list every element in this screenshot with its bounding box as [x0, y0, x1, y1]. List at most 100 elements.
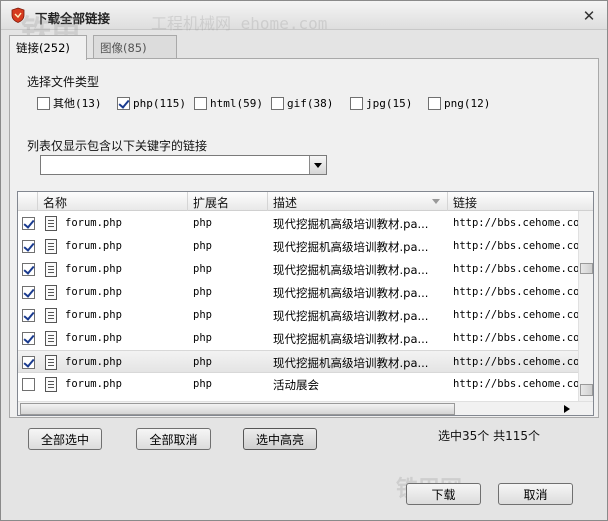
- row-link: http://bbs.cehome.com: [453, 286, 578, 298]
- file-icon: [45, 355, 57, 370]
- keyword-filter-label: 列表仅显示包含以下关键字的链接: [27, 139, 208, 153]
- filetype-label: php(115): [133, 96, 186, 110]
- tab-links[interactable]: 链接(252): [9, 35, 87, 60]
- row-extension: php: [193, 309, 212, 321]
- table-row[interactable]: forum.php php 现代挖掘机高级培训教材.pa... http://b…: [18, 281, 578, 304]
- row-description: 现代挖掘机高级培训教材.pa...: [273, 286, 429, 300]
- filetype-label: png(12): [444, 96, 491, 110]
- table-row[interactable]: forum.php php 活动展会 http://bbs.cehome.com: [18, 373, 578, 396]
- row-description: 活动展会: [273, 378, 319, 392]
- row-checkbox[interactable]: [22, 240, 35, 253]
- row-name: forum.php: [65, 263, 122, 275]
- column-description-label: 描述: [273, 196, 298, 210]
- row-checkbox[interactable]: [22, 286, 35, 299]
- sort-arrow-icon: [432, 199, 440, 204]
- column-name[interactable]: 名称: [38, 192, 188, 211]
- row-extension: php: [193, 263, 212, 275]
- file-icon: [45, 216, 57, 231]
- chevron-down-icon[interactable]: [309, 156, 326, 174]
- filetype-gif-checkbox[interactable]: gif(38): [271, 95, 333, 111]
- file-icon: [45, 331, 57, 346]
- checkbox[interactable]: [271, 96, 284, 110]
- tab-images[interactable]: 图像(85): [93, 35, 177, 59]
- checkbox[interactable]: [194, 96, 207, 110]
- row-name: forum.php: [65, 217, 122, 229]
- row-extension: php: [193, 240, 212, 252]
- row-checkbox[interactable]: [22, 378, 35, 391]
- row-extension: php: [193, 217, 212, 229]
- column-extension[interactable]: 扩展名: [188, 192, 268, 211]
- table-row[interactable]: forum.php php 现代挖掘机高级培训教材.pa... http://b…: [18, 212, 578, 235]
- select-all-button[interactable]: 全部选中: [28, 428, 102, 450]
- row-name: forum.php: [65, 286, 122, 298]
- row-checkbox[interactable]: [22, 356, 35, 369]
- download-all-links-dialog: 下载全部链接 ✕ 铁甲 工程机械网 ehome.com 链接(252) 图像(8…: [0, 0, 608, 521]
- row-checkbox[interactable]: [22, 217, 35, 230]
- deselect-all-button[interactable]: 全部取消: [136, 428, 211, 450]
- checkbox[interactable]: [428, 96, 441, 110]
- filetype-php-checkbox[interactable]: php(115): [117, 95, 186, 111]
- row-name: forum.php: [65, 332, 122, 344]
- close-icon[interactable]: ✕: [581, 8, 597, 24]
- row-link: http://bbs.cehome.com: [453, 332, 578, 344]
- title-bar[interactable]: 下载全部链接 ✕: [1, 1, 607, 30]
- row-checkbox[interactable]: [22, 332, 35, 345]
- table-row[interactable]: forum.php php 现代挖掘机高级培训教材.pa... http://b…: [18, 235, 578, 258]
- row-description: 现代挖掘机高级培训教材.pa...: [273, 263, 429, 277]
- file-type-label: 选择文件类型: [27, 75, 100, 89]
- file-icon: [45, 377, 57, 392]
- row-link: http://bbs.cehome.com: [453, 378, 578, 390]
- filetype-jpg-checkbox[interactable]: jpg(15): [350, 95, 412, 111]
- column-link[interactable]: 链接: [448, 192, 593, 211]
- scroll-right-arrow-icon[interactable]: [564, 405, 570, 413]
- row-description: 现代挖掘机高级培训教材.pa...: [273, 217, 429, 231]
- filetype-other-checkbox[interactable]: 其他(13): [37, 95, 102, 111]
- column-description[interactable]: 描述: [268, 192, 448, 211]
- links-list[interactable]: 名称 扩展名 描述 链接 forum.php php 现代挖掘机高级培训教材.p…: [17, 191, 594, 416]
- vertical-scroll-thumb-lower[interactable]: [580, 384, 593, 396]
- row-description: 现代挖掘机高级培训教材.pa...: [273, 356, 429, 370]
- select-highlighted-button[interactable]: 选中高亮: [243, 428, 317, 450]
- filetype-html-checkbox[interactable]: html(59): [194, 95, 263, 111]
- row-description: 现代挖掘机高级培训教材.pa...: [273, 332, 429, 346]
- row-name: forum.php: [65, 356, 122, 368]
- row-link: http://bbs.cehome.com: [453, 309, 578, 321]
- table-row[interactable]: forum.php php 现代挖掘机高级培训教材.pa... http://b…: [18, 304, 578, 327]
- column-checkbox[interactable]: [18, 192, 38, 211]
- download-button[interactable]: 下载: [406, 483, 481, 505]
- horizontal-scrollbar[interactable]: [18, 401, 593, 415]
- file-icon: [45, 239, 57, 254]
- row-name: forum.php: [65, 378, 122, 390]
- row-link: http://bbs.cehome.com: [453, 263, 578, 275]
- checkbox[interactable]: [37, 96, 50, 110]
- file-icon: [45, 308, 57, 323]
- filetype-label: jpg(15): [366, 96, 413, 110]
- vertical-scrollbar[interactable]: [578, 211, 593, 401]
- vertical-scroll-thumb[interactable]: [580, 263, 593, 274]
- row-description: 现代挖掘机高级培训教材.pa...: [273, 240, 429, 254]
- app-shield-icon: [11, 7, 25, 23]
- table-row-selected[interactable]: forum.php php 现代挖掘机高级培训教材.pa... http://b…: [18, 350, 578, 373]
- table-row[interactable]: forum.php php 现代挖掘机高级培训教材.pa... http://b…: [18, 258, 578, 281]
- row-checkbox[interactable]: [22, 309, 35, 322]
- cancel-button[interactable]: 取消: [498, 483, 573, 505]
- selection-status: 选中35个 共115个: [438, 429, 540, 443]
- row-extension: php: [193, 378, 212, 390]
- row-description: 现代挖掘机高级培训教材.pa...: [273, 309, 429, 323]
- keyword-filter-combobox[interactable]: [40, 155, 327, 175]
- row-checkbox[interactable]: [22, 263, 35, 276]
- checkbox[interactable]: [117, 96, 130, 110]
- row-name: forum.php: [65, 309, 122, 321]
- filetype-label: 其他(13): [53, 97, 102, 110]
- row-extension: php: [193, 286, 212, 298]
- horizontal-scroll-thumb[interactable]: [20, 403, 455, 415]
- row-link: http://bbs.cehome.com: [453, 356, 578, 368]
- row-extension: php: [193, 356, 212, 368]
- file-icon: [45, 262, 57, 277]
- filetype-png-checkbox[interactable]: png(12): [428, 95, 490, 111]
- checkbox[interactable]: [350, 96, 363, 110]
- window-title: 下载全部链接: [35, 11, 111, 26]
- row-extension: php: [193, 332, 212, 344]
- filetype-label: html(59): [210, 96, 263, 110]
- table-row[interactable]: forum.php php 现代挖掘机高级培训教材.pa... http://b…: [18, 327, 578, 350]
